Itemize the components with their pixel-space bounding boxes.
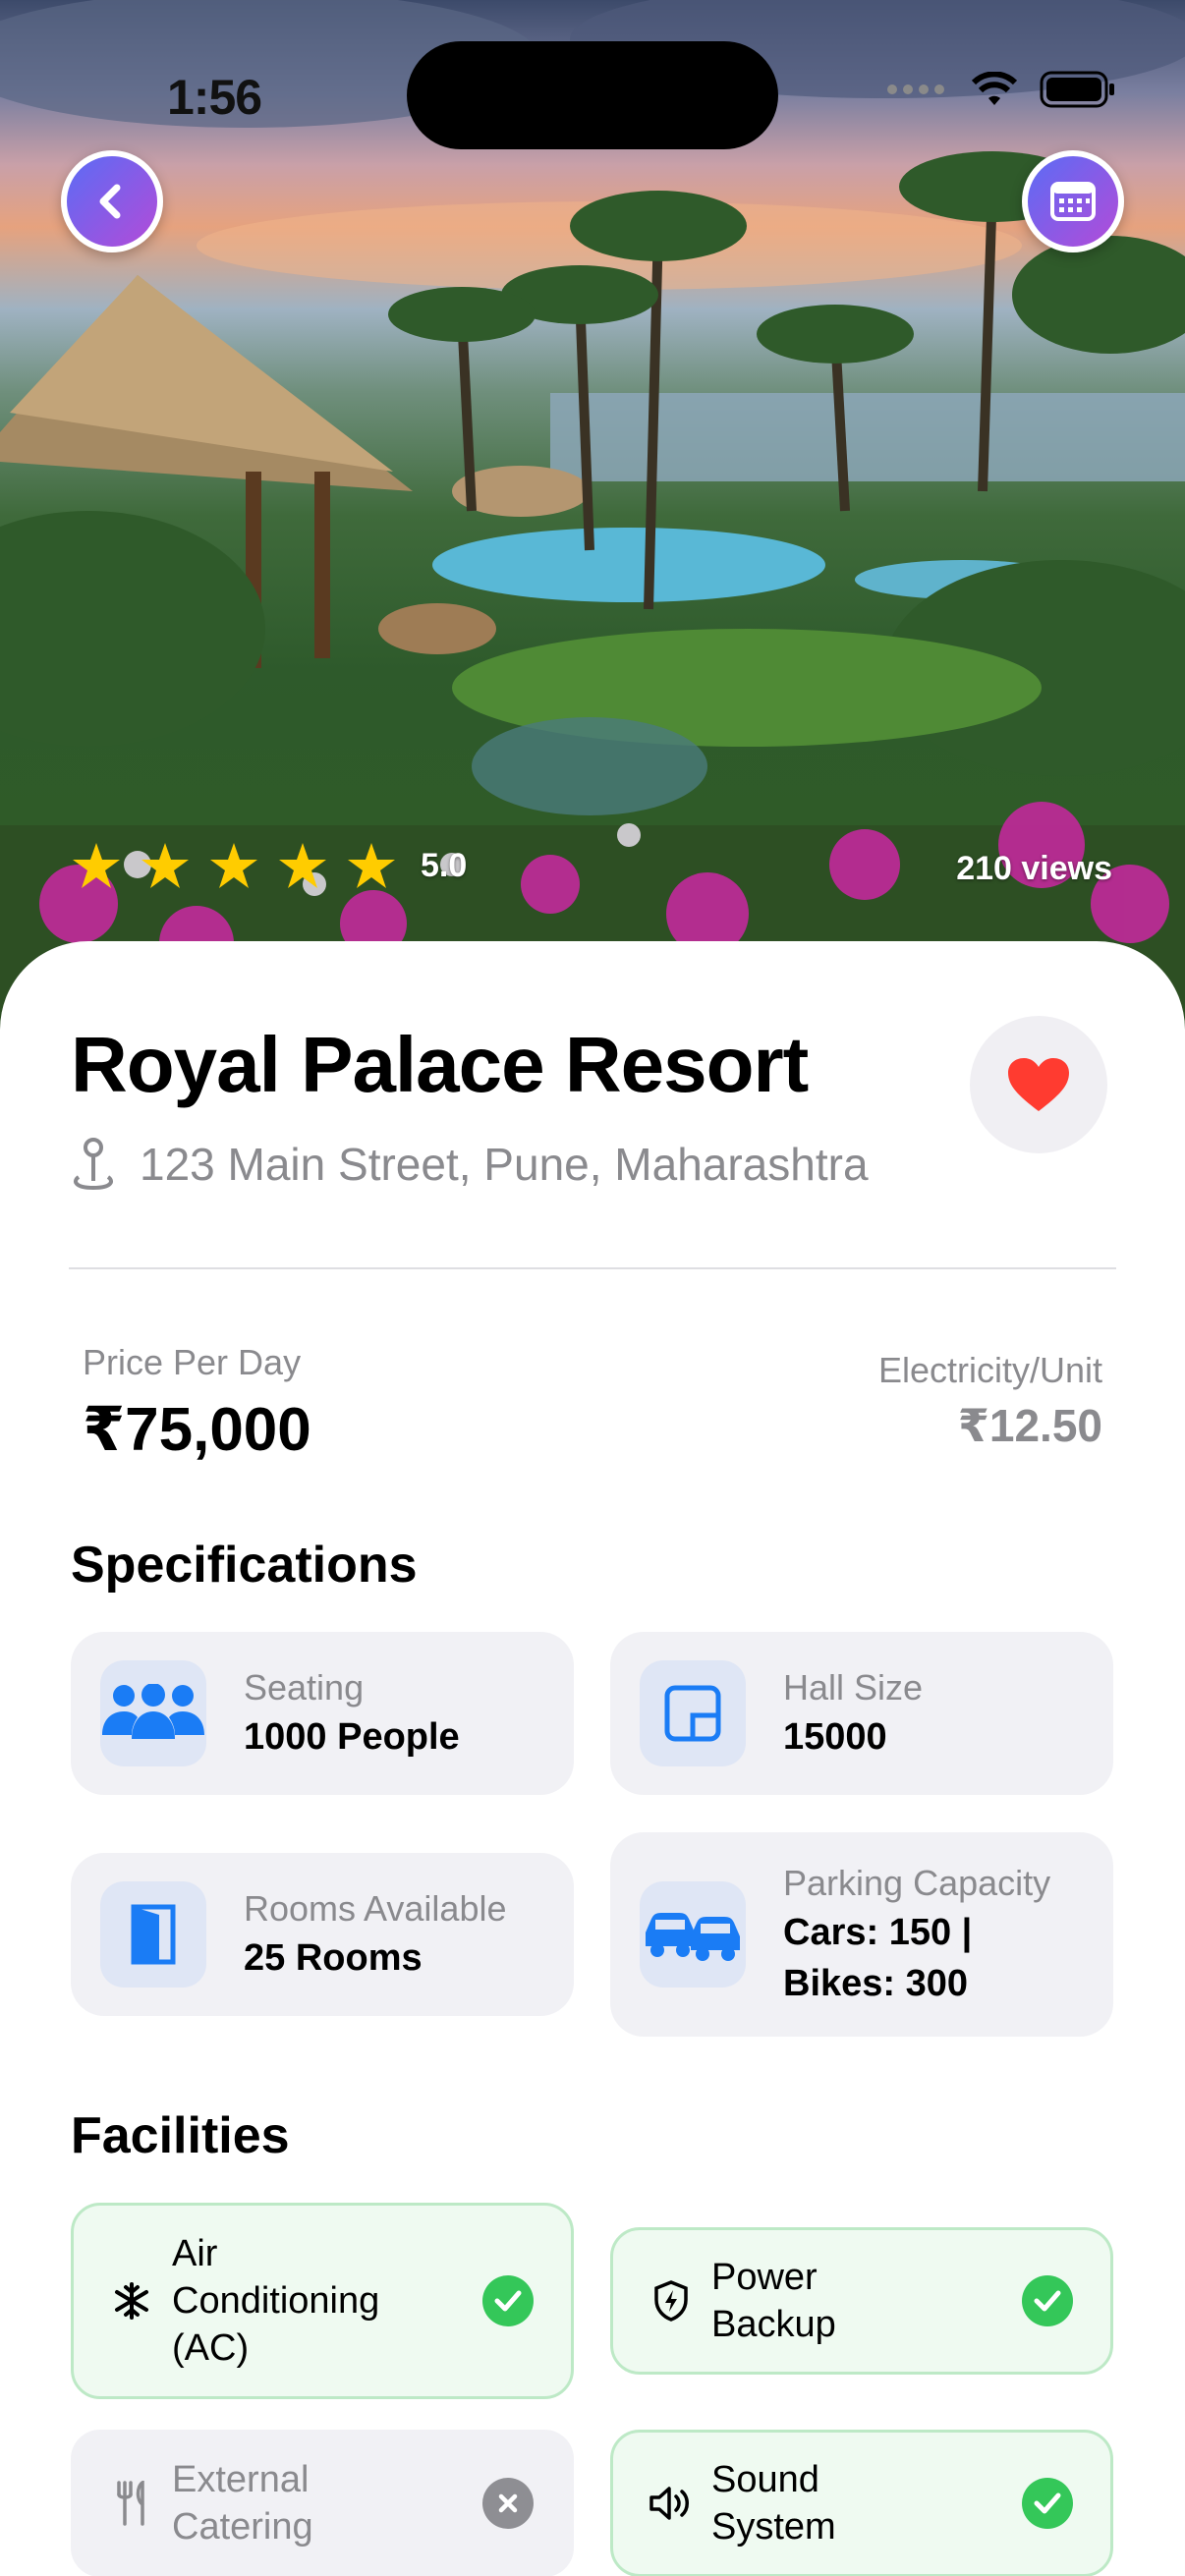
- spec-value-line-2: Bikes: 300: [783, 1963, 969, 2004]
- star-icon: [73, 843, 120, 888]
- dynamic-island: [407, 41, 778, 149]
- snowflake-icon: [107, 2276, 156, 2325]
- hero-image: 1:56 5.0 210 views: [0, 0, 1185, 1032]
- cars-icon: [646, 1913, 740, 1961]
- favorite-button[interactable]: [970, 1016, 1107, 1153]
- spec-value: 15000: [783, 1716, 887, 1758]
- venue-title: Royal Palace Resort: [71, 1021, 809, 1108]
- electricity-value: ₹12.50: [957, 1400, 1102, 1451]
- divider: [69, 1267, 1116, 1269]
- facility-label: Power Backup: [711, 2257, 836, 2345]
- people-icon: [102, 1684, 204, 1739]
- spec-label: Rooms Available: [244, 1888, 507, 1929]
- spec-text: Parking Capacity Cars: 150 | Bikes: 300: [783, 1860, 1050, 2009]
- venue-address: 123 Main Street, Pune, Maharashtra: [71, 1138, 869, 1191]
- checkmark-icon: [1022, 2478, 1073, 2529]
- price-label: Price Per Day: [83, 1342, 302, 1382]
- spec-label: Hall Size: [783, 1667, 924, 1708]
- heart-icon: [1008, 1058, 1069, 1111]
- star-icon: [348, 843, 395, 888]
- spec-label: Seating: [244, 1667, 365, 1708]
- facility-label: Sound System: [711, 2459, 836, 2548]
- spec-value: 25 Rooms: [244, 1937, 423, 1979]
- facilities-title: Facilities: [71, 2107, 290, 2164]
- facility-label: Air Conditioning (AC): [172, 2233, 380, 2369]
- spec-value: Cars: 150 |: [783, 1912, 973, 1953]
- checkmark-icon: [482, 2275, 534, 2326]
- spec-label: Parking Capacity: [783, 1863, 1051, 1903]
- checkmark-icon: [1022, 2275, 1073, 2326]
- spec-card-hall-size: Hall Size 15000: [610, 1632, 1113, 1795]
- back-button[interactable]: [61, 150, 163, 252]
- spec-card-rooms: Rooms Available 25 Rooms: [71, 1853, 574, 2016]
- star-icon: [141, 843, 189, 888]
- spec-text: Seating 1000 People: [244, 1664, 460, 1763]
- address-text: 123 Main Street, Pune, Maharashtra: [140, 1139, 869, 1190]
- fork-knife-icon: [107, 2479, 156, 2528]
- spec-card-seating: Seating 1000 People: [71, 1632, 574, 1795]
- electricity-label: Electricity/Unit: [877, 1350, 1102, 1390]
- location-pin-icon: [74, 1138, 113, 1191]
- rating: 5.0: [71, 841, 467, 890]
- rating-value: 5.0: [421, 846, 468, 884]
- spec-value: 1000 People: [244, 1716, 460, 1758]
- status-time: 1:56: [167, 70, 262, 125]
- calendar-button[interactable]: [1022, 150, 1124, 252]
- status-indicators: [886, 71, 1116, 108]
- chevron-left-icon: [99, 184, 121, 219]
- facility-air-conditioning: Air Conditioning (AC): [71, 2203, 574, 2399]
- calendar-icon: [1050, 182, 1096, 221]
- price-value: ₹75,000: [83, 1396, 311, 1464]
- facility-external-catering: External Catering: [71, 2430, 574, 2576]
- spec-card-parking: Parking Capacity Cars: 150 | Bikes: 300: [610, 1832, 1113, 2037]
- door-icon: [131, 1904, 176, 1965]
- shield-bolt-icon: [647, 2276, 696, 2325]
- spec-icon-box: [100, 1881, 206, 1988]
- facility-sound-system: Sound System: [610, 2430, 1113, 2576]
- views-count: 210 views: [956, 850, 1112, 887]
- spec-icon-box: [100, 1660, 206, 1766]
- facility-power-backup: Power Backup: [610, 2227, 1113, 2375]
- spec-icon-box: [640, 1881, 746, 1988]
- star-icon: [279, 843, 326, 888]
- spec-text: Hall Size 15000: [783, 1664, 923, 1763]
- facility-label: External Catering: [172, 2459, 313, 2548]
- speaker-icon: [647, 2479, 696, 2528]
- star-icon: [210, 843, 257, 888]
- wifi-icon: [971, 72, 1018, 105]
- signal-icon: [887, 84, 944, 94]
- specifications-title: Specifications: [71, 1537, 418, 1594]
- x-mark-icon: [482, 2478, 534, 2529]
- square-icon: [664, 1685, 721, 1742]
- spec-text: Rooms Available 25 Rooms: [244, 1885, 507, 1984]
- spec-icon-box: [640, 1660, 746, 1766]
- battery-icon: [1040, 71, 1114, 108]
